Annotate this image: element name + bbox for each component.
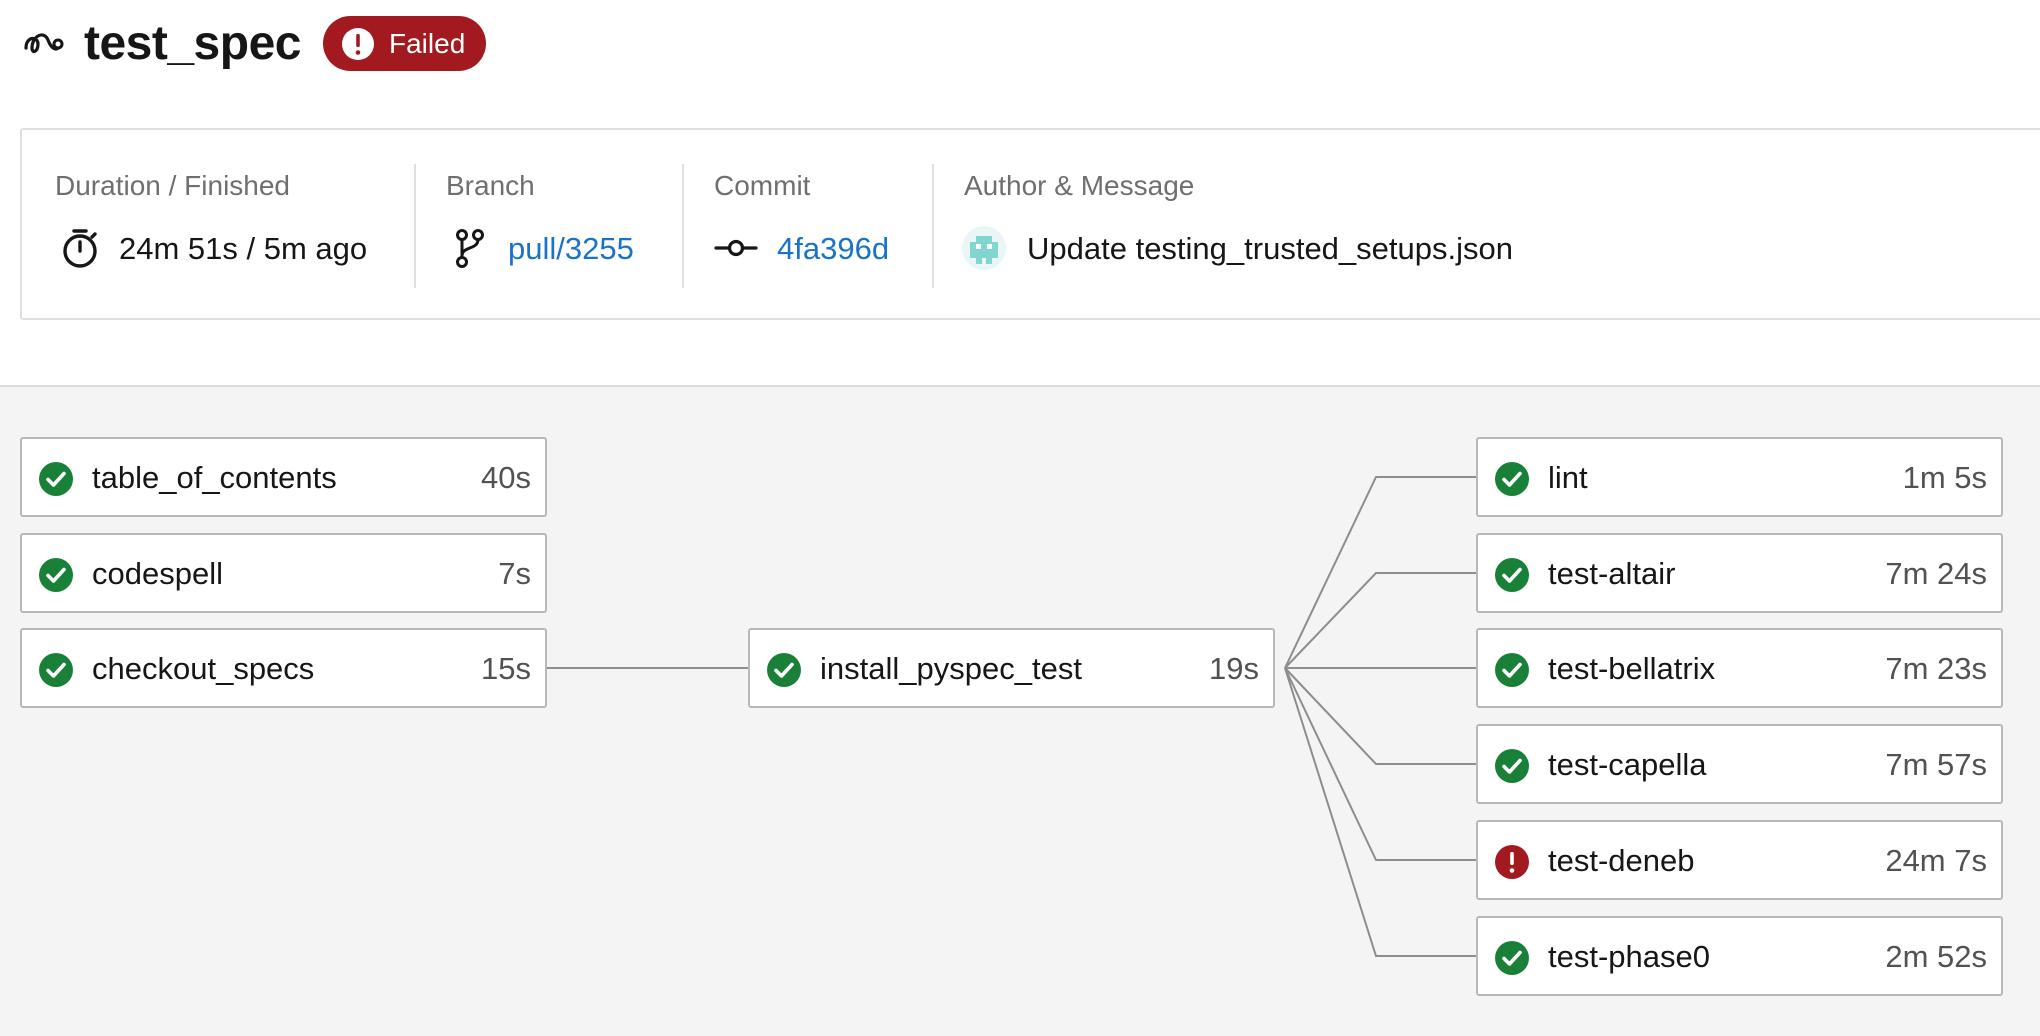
- job-lint[interactable]: lint 1m 5s: [1476, 437, 2003, 517]
- page-header: test_spec Failed: [0, 0, 2040, 88]
- commit-link[interactable]: 4fa396d: [777, 229, 889, 269]
- edge-install-phase0: [1284, 667, 1478, 957]
- workflow-info-card: Duration / Finished 24m 51s / 5m ago Bra…: [20, 128, 2040, 320]
- success-icon: [1494, 748, 1530, 784]
- job-duration: 24m 7s: [1885, 843, 1987, 878]
- page-title: test_spec: [84, 17, 301, 70]
- commit-icon: [714, 239, 758, 257]
- success-icon: [766, 652, 802, 688]
- success-icon: [1494, 461, 1530, 497]
- job-test-deneb[interactable]: test-deneb 24m 7s: [1476, 820, 2003, 900]
- error-icon: [342, 27, 374, 60]
- workflow-icon: [24, 33, 64, 54]
- duration-value: 24m 51s / 5m ago: [119, 231, 368, 266]
- job-name: test-capella: [1548, 747, 1707, 782]
- job-duration: 15s: [481, 651, 531, 686]
- success-icon: [1494, 940, 1530, 976]
- job-duration: 40s: [481, 460, 531, 495]
- job-duration: 1m 5s: [1902, 460, 1987, 495]
- branch-icon: [456, 229, 484, 268]
- status-badge: Failed: [323, 16, 486, 71]
- duration-label: Duration / Finished: [55, 170, 291, 201]
- edge-install-capella: [1284, 667, 1478, 765]
- job-name: checkout_specs: [92, 651, 315, 686]
- job-duration: 19s: [1209, 651, 1259, 686]
- avatar[interactable]: [962, 226, 1006, 270]
- success-icon: [38, 461, 74, 497]
- author-section: Author & Message Update testing_trusted_…: [934, 130, 2034, 322]
- job-duration: 7s: [498, 556, 531, 591]
- commit-section: Commit 4fa396d: [684, 130, 932, 322]
- job-test-bellatrix[interactable]: test-bellatrix 7m 23s: [1476, 628, 2003, 708]
- author-label: Author & Message: [964, 170, 1195, 201]
- commit-message: Update testing_trusted_setups.json: [1027, 231, 1513, 266]
- success-icon: [38, 652, 74, 688]
- job-name: codespell: [92, 556, 223, 591]
- failed-icon: [1494, 844, 1530, 880]
- job-duration: 7m 57s: [1885, 747, 1987, 782]
- job-name: table_of_contents: [92, 460, 337, 495]
- job-test-altair[interactable]: test-altair 7m 24s: [1476, 533, 2003, 613]
- duration-section: Duration / Finished 24m 51s / 5m ago: [22, 130, 414, 322]
- job-name: test-bellatrix: [1548, 651, 1716, 686]
- job-table-of-contents[interactable]: table_of_contents 40s: [20, 437, 547, 517]
- job-name: install_pyspec_test: [820, 651, 1082, 686]
- commit-label: Commit: [714, 170, 811, 201]
- branch-link[interactable]: pull/3255: [508, 229, 634, 269]
- job-name: test-altair: [1548, 556, 1676, 591]
- status-badge-label: Failed: [389, 27, 466, 59]
- job-name: test-deneb: [1548, 843, 1695, 878]
- job-install-pyspec-test[interactable]: install_pyspec_test 19s: [748, 628, 1275, 708]
- success-icon: [38, 557, 74, 593]
- job-codespell[interactable]: codespell 7s: [20, 533, 547, 613]
- job-test-phase0[interactable]: test-phase0 2m 52s: [1476, 916, 2003, 996]
- timer-icon: [63, 229, 97, 268]
- branch-label: Branch: [446, 170, 535, 201]
- job-name: test-phase0: [1548, 939, 1710, 974]
- job-duration: 2m 52s: [1885, 939, 1987, 974]
- pipeline-graph: table_of_contents 40s codespell 7s check…: [0, 385, 2040, 1036]
- job-test-capella[interactable]: test-capella 7m 57s: [1476, 724, 2003, 804]
- job-name: lint: [1548, 460, 1588, 495]
- job-duration: 7m 24s: [1885, 556, 1987, 591]
- success-icon: [1494, 652, 1530, 688]
- job-checkout-specs[interactable]: checkout_specs 15s: [20, 628, 547, 708]
- branch-section: Branch pull/3255: [416, 130, 682, 322]
- job-duration: 7m 23s: [1885, 651, 1987, 686]
- edge-install-altair: [1284, 572, 1478, 669]
- success-icon: [1494, 557, 1530, 593]
